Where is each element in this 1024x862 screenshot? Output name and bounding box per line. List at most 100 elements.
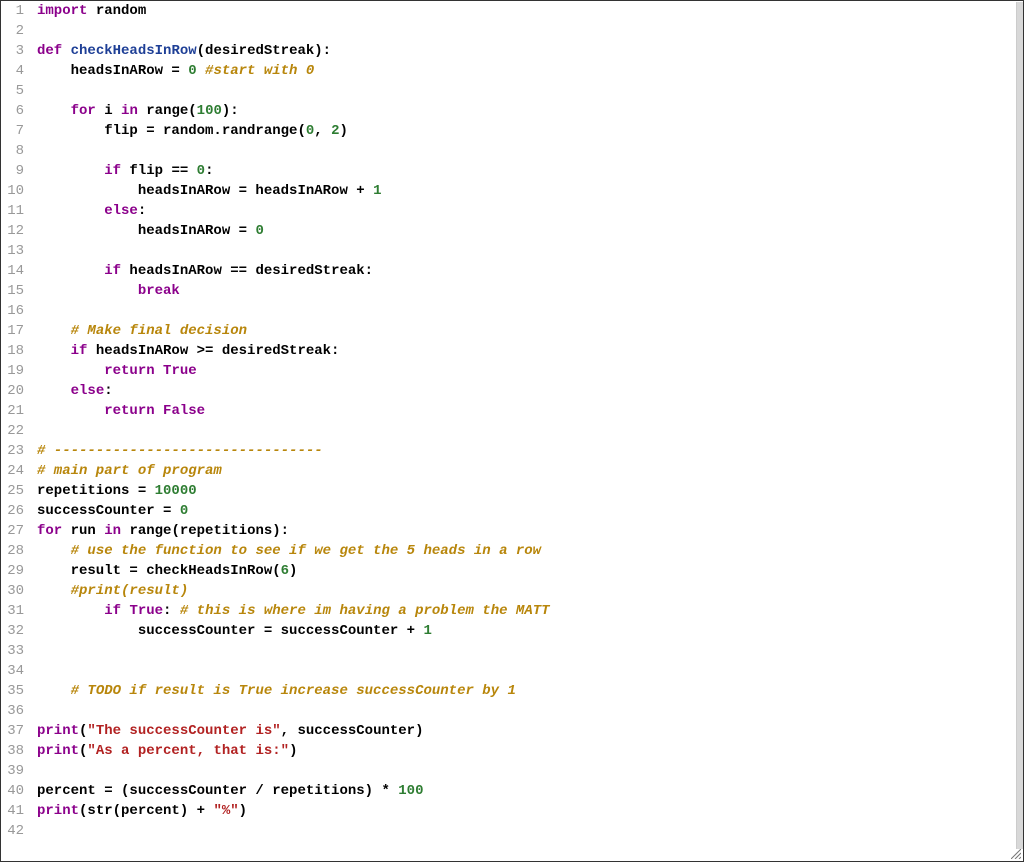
vertical-scrollbar[interactable] <box>1016 2 1023 849</box>
code-line[interactable]: import random <box>37 1 1023 21</box>
code-line[interactable] <box>37 761 1023 781</box>
code-line[interactable]: else: <box>37 201 1023 221</box>
code-token: in <box>104 523 121 539</box>
code-token: , <box>314 123 331 139</box>
code-line[interactable]: percent = (successCounter / repetitions)… <box>37 781 1023 801</box>
code-line[interactable]: flip = random.randrange(0, 2) <box>37 121 1023 141</box>
code-token: True <box>129 603 163 619</box>
code-token: # use the function to see if we get the … <box>71 543 541 559</box>
code-token <box>37 603 104 619</box>
code-line[interactable] <box>37 821 1023 841</box>
code-line[interactable]: return False <box>37 401 1023 421</box>
code-line[interactable]: if headsInARow >= desiredStreak: <box>37 341 1023 361</box>
line-number: 31 <box>1 601 24 621</box>
code-line[interactable] <box>37 81 1023 101</box>
code-line[interactable]: repetitions = 10000 <box>37 481 1023 501</box>
code-line[interactable]: print(str(percent) + "%") <box>37 801 1023 821</box>
line-number: 39 <box>1 761 24 781</box>
code-line[interactable]: print("As a percent, that is:") <box>37 741 1023 761</box>
code-line[interactable] <box>37 661 1023 681</box>
code-token: result = checkHeadsInRow( <box>37 563 281 579</box>
code-line[interactable]: result = checkHeadsInRow(6) <box>37 561 1023 581</box>
line-number: 30 <box>1 581 24 601</box>
code-token: : <box>205 163 213 179</box>
line-number: 6 <box>1 101 24 121</box>
code-token <box>37 583 71 599</box>
code-line[interactable] <box>37 421 1023 441</box>
code-line[interactable] <box>37 141 1023 161</box>
code-token <box>155 403 163 419</box>
code-token: True <box>163 363 197 379</box>
line-number: 17 <box>1 321 24 341</box>
code-line[interactable]: # -------------------------------- <box>37 441 1023 461</box>
code-token: else <box>104 203 138 219</box>
code-line[interactable] <box>37 301 1023 321</box>
code-token: #start with 0 <box>205 63 314 79</box>
code-line[interactable]: headsInARow = 0 <box>37 221 1023 241</box>
code-line[interactable]: successCounter = 0 <box>37 501 1023 521</box>
code-token <box>37 343 71 359</box>
code-editor[interactable]: import random def checkHeadsInRow(desired… <box>31 1 1023 861</box>
code-token: print <box>37 743 79 759</box>
code-token: (desiredStreak): <box>197 43 331 59</box>
code-line[interactable] <box>37 241 1023 261</box>
code-line[interactable]: if headsInARow == desiredStreak: <box>37 261 1023 281</box>
code-line[interactable]: if flip == 0: <box>37 161 1023 181</box>
code-token: flip = random.randrange( <box>37 123 306 139</box>
code-token: if <box>71 343 88 359</box>
code-line[interactable]: headsInARow = 0 #start with 0 <box>37 61 1023 81</box>
line-number: 3 <box>1 41 24 61</box>
line-number: 7 <box>1 121 24 141</box>
code-line[interactable]: #print(result) <box>37 581 1023 601</box>
code-token: return <box>104 403 154 419</box>
code-token <box>155 363 163 379</box>
code-token: if <box>104 603 121 619</box>
code-line[interactable]: return True <box>37 361 1023 381</box>
code-token: break <box>138 283 180 299</box>
code-line[interactable]: successCounter = successCounter + 1 <box>37 621 1023 641</box>
code-line[interactable]: # Make final decision <box>37 321 1023 341</box>
code-line[interactable]: # use the function to see if we get the … <box>37 541 1023 561</box>
line-number: 20 <box>1 381 24 401</box>
line-number: 42 <box>1 821 24 841</box>
code-line[interactable] <box>37 701 1023 721</box>
line-number-gutter: 1234567891011121314151617181920212223242… <box>1 1 31 861</box>
code-line[interactable]: # TODO if result is True increase succes… <box>37 681 1023 701</box>
code-line[interactable] <box>37 21 1023 41</box>
line-number: 25 <box>1 481 24 501</box>
code-line[interactable]: for run in range(repetitions): <box>37 521 1023 541</box>
line-number: 5 <box>1 81 24 101</box>
resize-handle-icon[interactable] <box>1011 849 1021 859</box>
line-number: 38 <box>1 741 24 761</box>
line-number: 4 <box>1 61 24 81</box>
code-line[interactable]: for i in range(100): <box>37 101 1023 121</box>
code-line[interactable]: def checkHeadsInRow(desiredStreak): <box>37 41 1023 61</box>
line-number: 22 <box>1 421 24 441</box>
code-token: flip == <box>121 163 197 179</box>
line-number: 32 <box>1 621 24 641</box>
code-token: headsInARow == desiredStreak: <box>121 263 373 279</box>
line-number: 21 <box>1 401 24 421</box>
code-token: import <box>37 3 87 19</box>
code-line[interactable]: break <box>37 281 1023 301</box>
code-line[interactable]: headsInARow = headsInARow + 1 <box>37 181 1023 201</box>
line-number: 15 <box>1 281 24 301</box>
code-token <box>37 163 104 179</box>
code-line[interactable]: print("The successCounter is", successCo… <box>37 721 1023 741</box>
code-token: 100 <box>398 783 423 799</box>
line-number: 2 <box>1 21 24 41</box>
code-line[interactable]: else: <box>37 381 1023 401</box>
code-token <box>197 63 205 79</box>
code-line[interactable]: # main part of program <box>37 461 1023 481</box>
code-line[interactable]: if True: # this is where im having a pro… <box>37 601 1023 621</box>
line-number: 37 <box>1 721 24 741</box>
code-token: ) <box>339 123 347 139</box>
code-token: i <box>96 103 121 119</box>
code-token: : <box>163 603 180 619</box>
code-token <box>37 403 104 419</box>
line-number: 26 <box>1 501 24 521</box>
code-token: ): <box>222 103 239 119</box>
code-token: run <box>62 523 104 539</box>
code-line[interactable] <box>37 641 1023 661</box>
code-token: successCounter = successCounter + <box>37 623 423 639</box>
